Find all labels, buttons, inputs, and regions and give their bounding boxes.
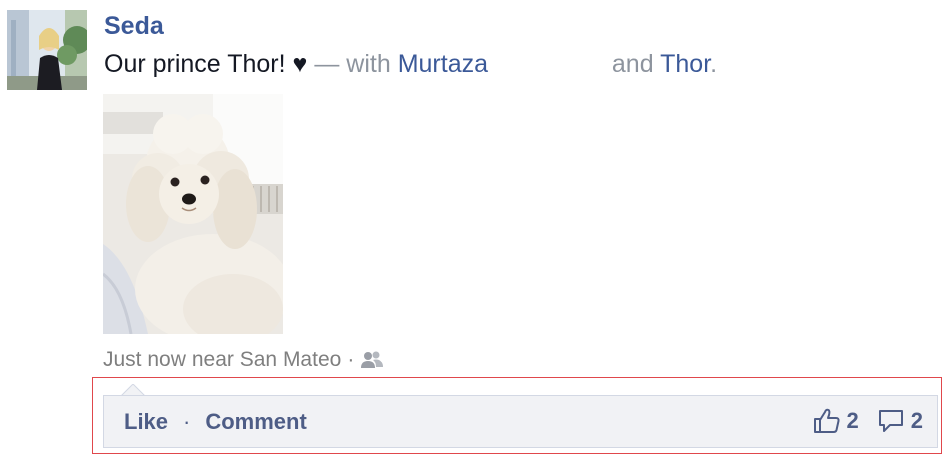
meta-dot: ·	[347, 348, 355, 371]
friends-icon[interactable]	[360, 350, 384, 370]
status-message: Our prince Thor!	[104, 50, 286, 78]
timestamp-link[interactable]: Just now	[103, 348, 186, 372]
post-photo[interactable]	[103, 94, 283, 334]
location-link[interactable]: near San Mateo	[192, 348, 341, 372]
highlight-box	[92, 377, 942, 454]
avatar[interactable]	[7, 10, 87, 90]
profile-photo	[7, 10, 87, 90]
heart-icon: ♥	[292, 50, 308, 78]
feed-story: Seda Our prince Thor! ♥ — with Murtaza a…	[0, 0, 945, 458]
tagged-pet-link[interactable]: Thor	[660, 50, 710, 78]
and-label: and	[611, 50, 654, 78]
dash-separator: —	[314, 50, 340, 78]
dog-photo-icon	[103, 94, 283, 334]
period: .	[710, 50, 718, 78]
story-text: Our prince Thor! ♥ — with Murtaza and Th…	[104, 50, 717, 79]
tagged-person-link[interactable]: Murtaza	[398, 50, 488, 78]
author-name[interactable]: Seda	[104, 12, 164, 41]
with-label: with	[346, 50, 391, 78]
post-meta: Just now near San Mateo ·	[103, 348, 384, 372]
